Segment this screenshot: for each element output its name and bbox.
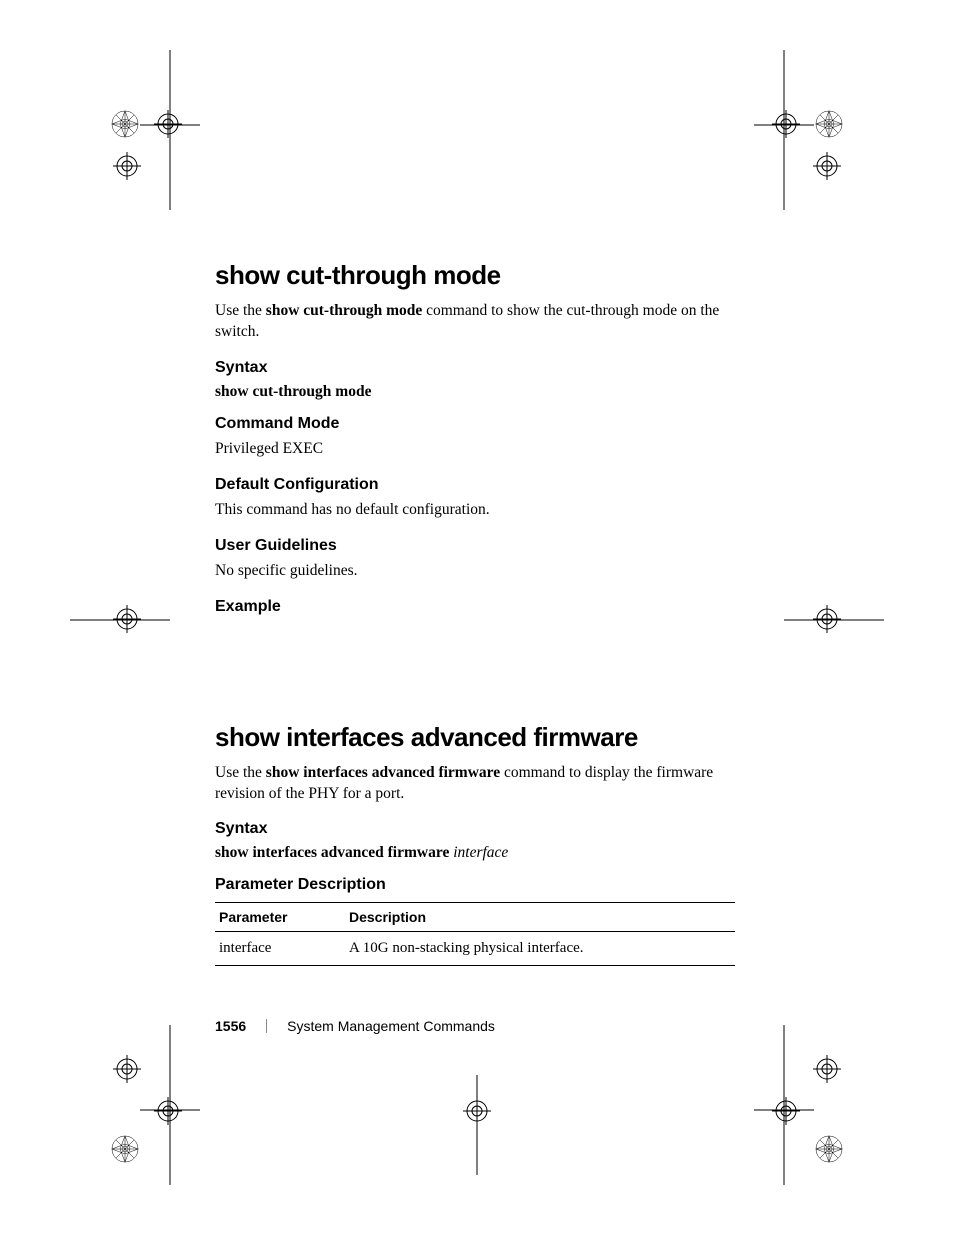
reg-mark-br2 [813, 1055, 841, 1083]
defcfg-body: This command has no default configuratio… [215, 500, 735, 521]
table-row: interface A 10G non-stacking physical in… [215, 932, 735, 966]
section2-intro: Use the show interfaces advanced firmwar… [215, 763, 735, 805]
reg-mark-bc [463, 1097, 491, 1125]
example-heading: Example [215, 598, 735, 616]
intro-prefix: Use the [215, 302, 266, 319]
cmdmode-heading: Command Mode [215, 415, 735, 433]
reg-mark-tr1 [772, 110, 800, 138]
reg-mark-bl2 [113, 1055, 141, 1083]
defcfg-heading: Default Configuration [215, 476, 735, 494]
syntax2-arg: interface [453, 844, 508, 861]
userg-body: No specific guidelines. [215, 561, 735, 582]
col-description: Description [345, 903, 735, 932]
syntax2-body: show interfaces advanced firmware interf… [215, 844, 735, 862]
cmdmode-body: Privileged EXEC [215, 439, 735, 460]
section1-title: show cut-through mode [215, 260, 735, 291]
page-number: 1556 [215, 1018, 246, 1034]
syntax-heading: Syntax [215, 359, 735, 377]
section1-intro: Use the show cut-through mode command to… [215, 301, 735, 343]
footer-section: System Management Commands [287, 1018, 495, 1034]
page-footer: 1556 System Management Commands [215, 1018, 495, 1034]
reg-mark-br1 [772, 1097, 800, 1125]
userg-heading: User Guidelines [215, 537, 735, 555]
col-parameter: Parameter [215, 903, 345, 932]
reg-mark-ml [113, 605, 141, 633]
param-desc: A 10G non-stacking physical interface. [345, 932, 735, 966]
reg-mark-mr [813, 605, 841, 633]
syntax2-heading: Syntax [215, 820, 735, 838]
reg-mark-tr2 [813, 152, 841, 180]
crop-mark-bottom-center [447, 1075, 507, 1175]
param-name: interface [215, 932, 345, 966]
paramdesc-heading: Parameter Description [215, 876, 735, 894]
star-mark-bottom-right [815, 1135, 843, 1163]
section2-title: show interfaces advanced firmware [215, 722, 735, 753]
footer-divider [266, 1019, 267, 1033]
syntax-body: show cut-through mode [215, 383, 735, 401]
star-mark-top-left [111, 110, 139, 138]
reg-mark-tl1 [154, 110, 182, 138]
page-content: show cut-through mode Use the show cut-t… [215, 260, 735, 966]
intro2-prefix: Use the [215, 764, 266, 781]
intro2-cmd: show interfaces advanced firmware [266, 764, 500, 781]
reg-mark-bl1 [154, 1097, 182, 1125]
reg-mark-tl2 [113, 152, 141, 180]
star-mark-bottom-left [111, 1135, 139, 1163]
table-header-row: Parameter Description [215, 903, 735, 932]
intro-cmd: show cut-through mode [266, 302, 422, 319]
star-mark-top-right [815, 110, 843, 138]
syntax2-cmd: show interfaces advanced firmware [215, 844, 449, 861]
param-table: Parameter Description interface A 10G no… [215, 902, 735, 966]
